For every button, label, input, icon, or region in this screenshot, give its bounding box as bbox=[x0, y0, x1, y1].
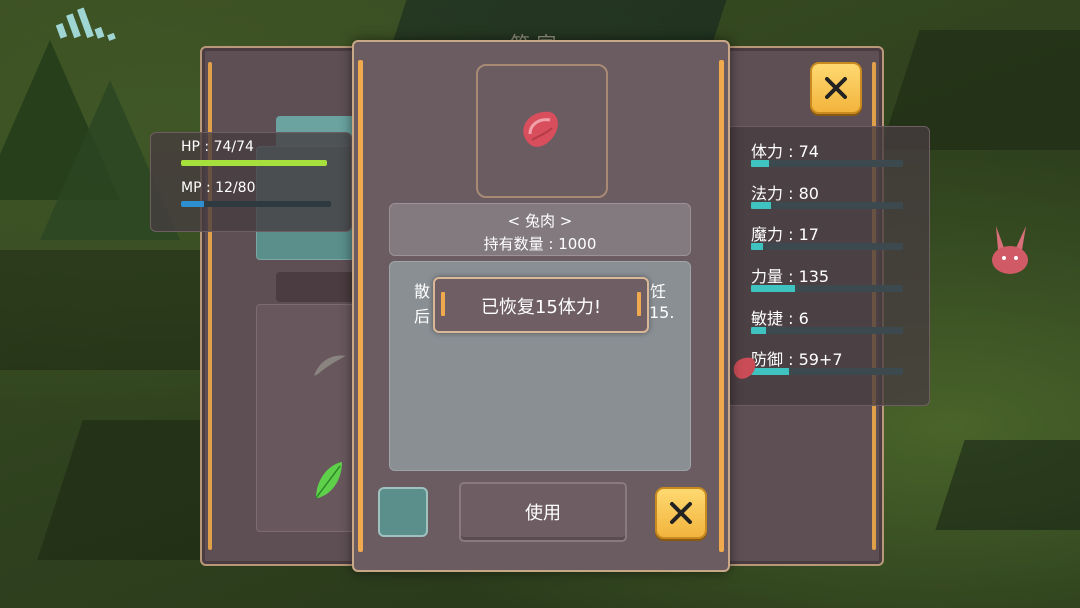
mp-label: MP : 12/80 bbox=[181, 180, 256, 196]
mp-bar-fill bbox=[181, 201, 204, 207]
dialog-right-rail bbox=[719, 60, 724, 552]
attribute-label: 防御 : 59+7 bbox=[751, 350, 843, 369]
attribute-label: 体力 : 74 bbox=[751, 142, 819, 161]
category-header bbox=[276, 272, 356, 302]
hp-label: HP : 74/74 bbox=[181, 139, 254, 155]
attribute-bar-fill bbox=[751, 202, 771, 209]
attribute-row: 体力 : 74 bbox=[751, 138, 911, 167]
toast-message: 已恢复15体力! bbox=[480, 297, 602, 318]
attribute-label: 法力 : 80 bbox=[751, 184, 819, 203]
rabbit-monster bbox=[992, 226, 1028, 274]
attribute-bar bbox=[751, 202, 903, 209]
description-line-2-start: 后 bbox=[414, 307, 431, 326]
hp-bar-fill bbox=[181, 160, 327, 166]
attribute-bar-fill bbox=[751, 285, 796, 292]
network-signal-icon bbox=[55, 7, 116, 41]
attribute-bar bbox=[751, 327, 903, 334]
attribute-bar bbox=[751, 243, 903, 250]
feather-item-icon[interactable] bbox=[310, 350, 350, 380]
mp-bar bbox=[181, 201, 331, 207]
close-inventory-button[interactable] bbox=[810, 62, 862, 114]
attribute-row: 法力 : 80 bbox=[751, 180, 911, 209]
item-name: < 兔肉 > bbox=[507, 212, 573, 230]
attribute-label: 敏捷 : 6 bbox=[751, 309, 809, 328]
item-quantity: 持有数量 : 1000 bbox=[483, 235, 597, 253]
dialog-left-rail bbox=[358, 60, 363, 552]
attribute-label: 力量 : 135 bbox=[751, 267, 830, 286]
attribute-row: 魔力 : 17 bbox=[751, 221, 911, 250]
hp-bar bbox=[181, 160, 327, 166]
meat-drop-icon bbox=[733, 357, 756, 379]
attribute-row: 敏捷 : 6 bbox=[751, 305, 911, 334]
attribute-bar bbox=[751, 285, 903, 292]
player-status-box: HP : 74/74 MP : 12/80 bbox=[150, 132, 352, 232]
attribute-bar bbox=[751, 368, 903, 375]
attribute-row: 力量 : 135 bbox=[751, 263, 911, 292]
item-info-box: < 兔肉 > 持有数量 : 1000 bbox=[389, 203, 691, 256]
meat-icon bbox=[523, 111, 558, 147]
description-line-1-start: 散 bbox=[414, 282, 431, 301]
close-dialog-button[interactable] bbox=[655, 487, 707, 539]
attribute-bar-fill bbox=[751, 243, 764, 250]
attribute-row: 防御 : 59+7 bbox=[751, 346, 911, 375]
attribute-label: 魔力 : 17 bbox=[751, 225, 819, 244]
close-icon bbox=[670, 502, 692, 524]
description-line-2-end: 15. bbox=[649, 303, 675, 322]
use-item-button[interactable]: 使用 bbox=[459, 482, 627, 542]
close-icon bbox=[825, 77, 847, 99]
attribute-bar-fill bbox=[751, 160, 770, 167]
quick-slot-button[interactable] bbox=[378, 487, 428, 537]
attribute-bar bbox=[751, 160, 903, 167]
recovery-toast: 已恢复15体力! bbox=[433, 277, 649, 333]
attribute-bar-fill bbox=[751, 327, 767, 334]
herb-item-icon[interactable] bbox=[312, 458, 346, 502]
